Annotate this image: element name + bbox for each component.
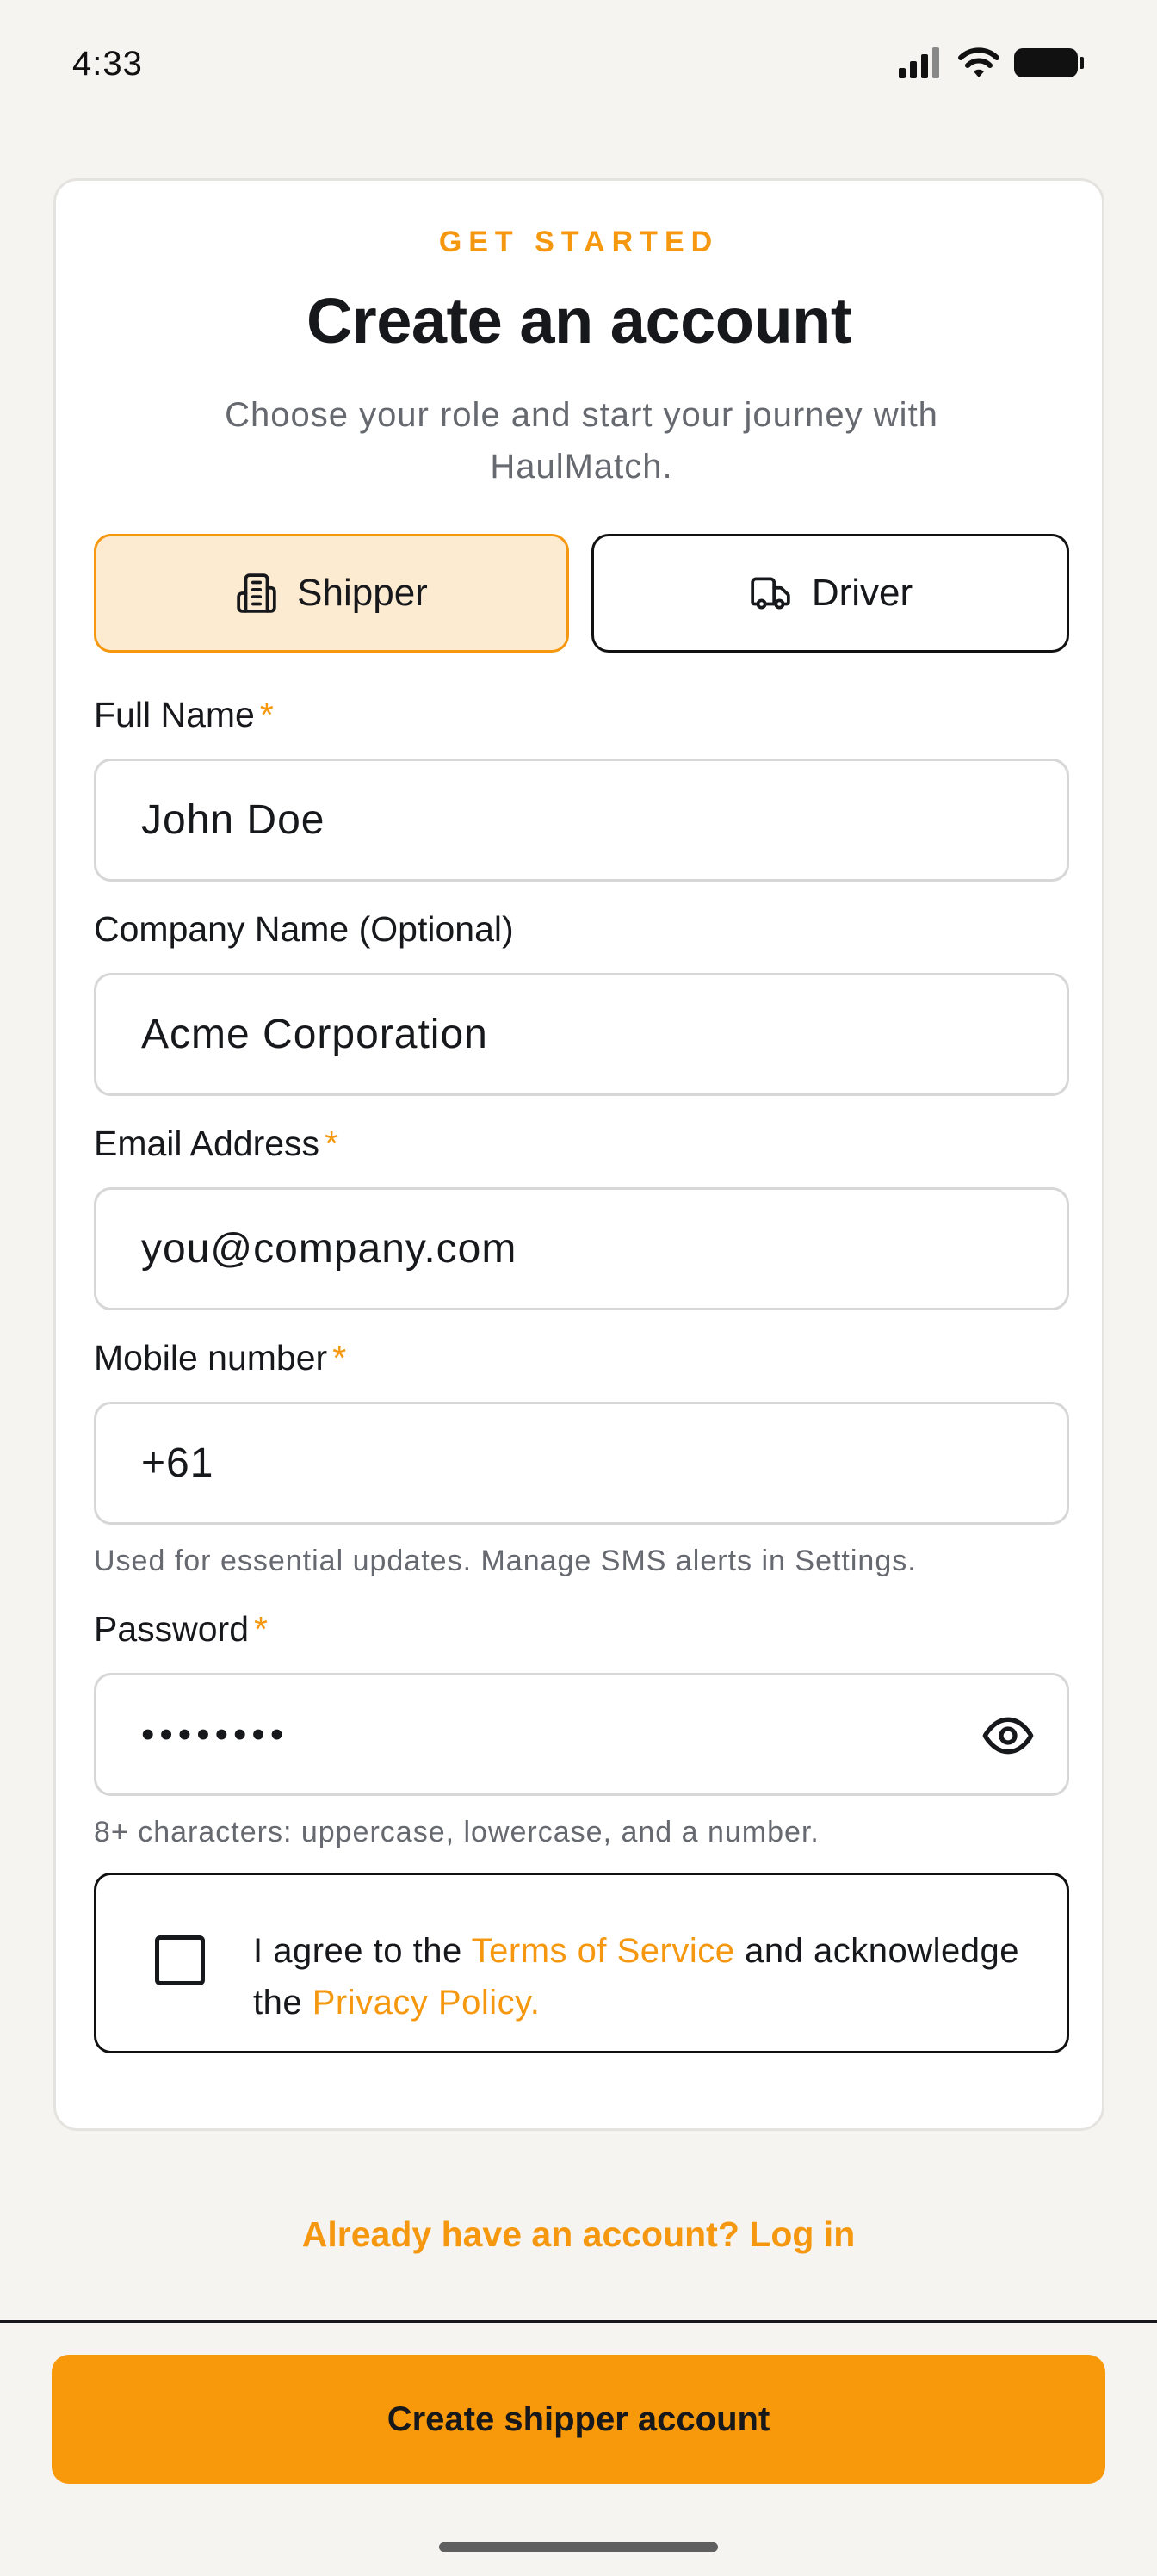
page-title: Create an account	[306, 285, 852, 356]
terms-prefix: I agree to the	[253, 1932, 472, 1970]
required-marker: *	[254, 1609, 268, 1649]
signal-icon	[899, 47, 939, 78]
mobile-value: +61	[141, 1440, 214, 1486]
password-field[interactable]: ••••••••	[94, 1673, 1069, 1796]
password-hint: 8+ characters: uppercase, lowercase, and…	[94, 1816, 820, 1848]
mobile-hint: Used for essential updates. Manage SMS a…	[94, 1545, 917, 1577]
role-shipper-button[interactable]: Shipper	[94, 534, 569, 653]
role-driver-button[interactable]: Driver	[591, 534, 1069, 653]
terms-agreement-box[interactable]: I agree to the Terms of Service and ackn…	[94, 1873, 1069, 2053]
mobile-label-text: Mobile number	[94, 1338, 328, 1378]
required-marker: *	[259, 695, 274, 734]
full-name-label-text: Full Name	[94, 695, 255, 734]
home-indicator	[439, 2542, 718, 2552]
status-icons	[897, 46, 1085, 79]
email-placeholder: you@company.com	[141, 1226, 517, 1272]
mobile-label: Mobile number *	[94, 1338, 346, 1378]
create-account-label: Create shipper account	[387, 2400, 770, 2438]
full-name-placeholder: John Doe	[141, 797, 325, 843]
terms-of-service-link[interactable]: Terms of Service	[472, 1932, 735, 1970]
terms-checkbox[interactable]	[155, 1935, 205, 1985]
create-account-button[interactable]: Create shipper account	[52, 2355, 1105, 2484]
footer-divider	[0, 2320, 1157, 2323]
full-name-label: Full Name *	[94, 695, 274, 735]
full-name-field[interactable]: John Doe	[94, 759, 1069, 882]
password-value: ••••••••	[141, 1712, 289, 1756]
company-name-label: Company Name (Optional)	[94, 909, 514, 949]
email-field[interactable]: you@company.com	[94, 1187, 1069, 1310]
eye-icon[interactable]	[979, 1708, 1037, 1763]
status-bar: 4:33	[0, 0, 1157, 129]
truck-icon	[751, 577, 790, 610]
privacy-policy-link[interactable]: Privacy Policy.	[312, 1984, 541, 2022]
company-name-placeholder: Acme Corporation	[141, 1012, 488, 1057]
required-marker: *	[332, 1338, 347, 1378]
page-subtitle: Choose your role and start your journey …	[225, 396, 938, 486]
battery-icon	[1014, 48, 1084, 77]
company-name-field[interactable]: Acme Corporation	[94, 973, 1069, 1096]
wifi-icon	[958, 47, 999, 77]
email-label: Email Address *	[94, 1124, 338, 1164]
required-marker: *	[325, 1124, 339, 1163]
role-driver-label: Driver	[811, 572, 913, 614]
terms-text: I agree to the Terms of Service and ackn…	[253, 1925, 1028, 2028]
password-label-text: Password	[94, 1609, 250, 1649]
role-shipper-label: Shipper	[297, 572, 428, 614]
mobile-field[interactable]: +61	[94, 1402, 1069, 1525]
eyebrow-text: GET STARTED	[438, 226, 720, 258]
building-icon	[237, 573, 276, 613]
status-time: 4:33	[72, 45, 143, 83]
email-label-text: Email Address	[94, 1124, 320, 1163]
signup-card: GET STARTED Create an account Choose you…	[53, 178, 1104, 2131]
login-link[interactable]: Already have an account? Log in	[0, 2214, 1157, 2255]
password-label: Password *	[94, 1609, 268, 1650]
